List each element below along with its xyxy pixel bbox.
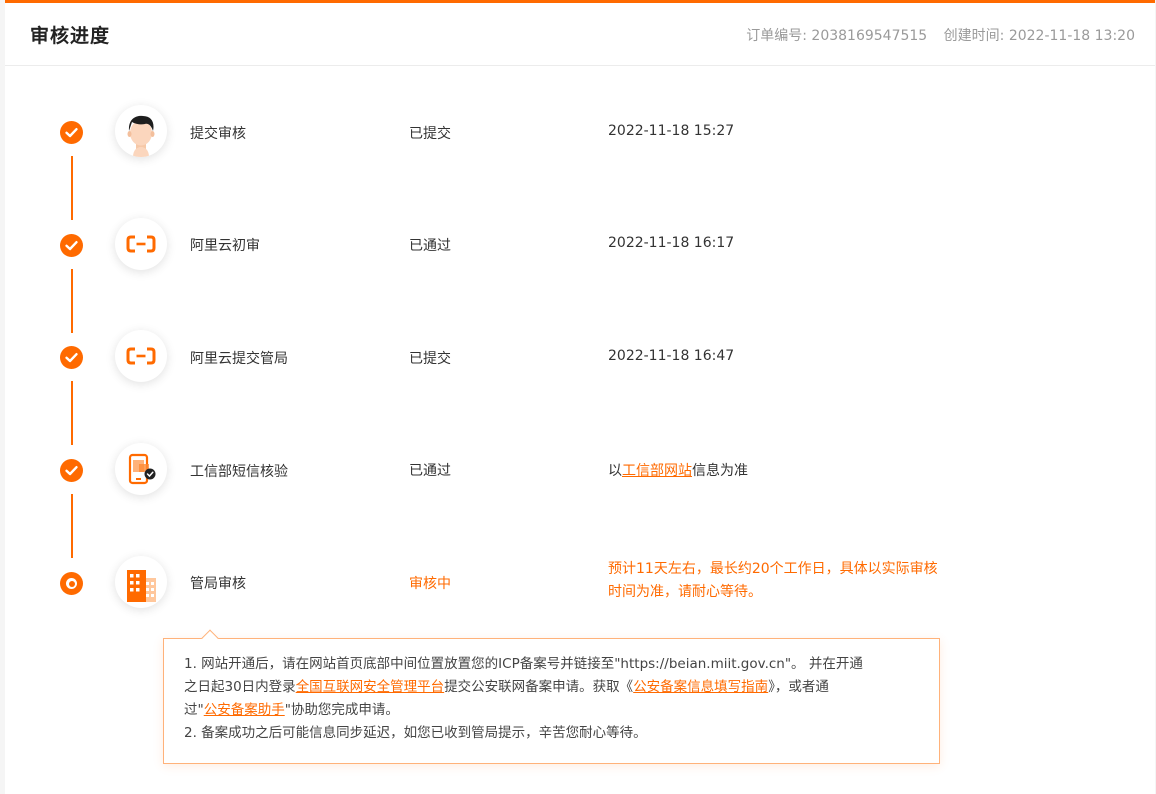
created-time: 创建时间: 2022-11-18 13:20 [943, 28, 1135, 44]
public-security-platform-link[interactable]: 全国互联网安全管理平台 [296, 679, 445, 695]
order-meta: 订单编号: 2038169547515 创建时间: 2022-11-18 13:… [746, 25, 1135, 45]
page-title: 审核进度 [30, 25, 111, 47]
timeline-connector [71, 269, 73, 333]
miit-website-link[interactable]: 工信部网站 [622, 463, 692, 479]
notice-line: 2. 备案成功之后可能信息同步延迟，如您已收到管局提示，辛苦您耐心等待。 [184, 722, 919, 745]
notice-line: 过"公安备案助手"协助您完成申请。 [184, 699, 919, 722]
step-name: 提交审核 [190, 126, 246, 142]
step-name: 工信部短信核验 [190, 464, 288, 480]
timeline-connector [71, 381, 73, 445]
check-icon [60, 346, 83, 369]
notice-text: 》，或者通 [768, 679, 829, 695]
tooltip-arrow [201, 629, 219, 647]
notice-text: 提交公安联网备案申请。获取《 [444, 679, 634, 695]
notice-text: 1. 网站开通后，请在网站首页底部中间位置放置您的ICP备案号并链接至"http… [184, 656, 863, 672]
page-header: 审核进度 订单编号: 2038169547515 创建时间: 2022-11-1… [5, 3, 1155, 66]
step-time: 2022-11-18 16:47 [608, 348, 735, 364]
filing-guide-link[interactable]: 公安备案信息填写指南 [633, 679, 768, 695]
step-status: 已通过 [409, 463, 451, 479]
note-text: 以 [608, 463, 622, 479]
notice-text: "协助您完成申请。 [284, 702, 399, 718]
note-text: 信息为准 [692, 463, 748, 479]
notice-tooltip: 1. 网站开通后，请在网站首页底部中间位置放置您的ICP备案号并链接至"http… [163, 629, 940, 764]
notice-line: 之日起30日内登录全国互联网安全管理平台提交公安联网备案申请。获取《公安备案信息… [184, 676, 919, 699]
step-status: 已通过 [409, 238, 451, 254]
notice-text: 2. 备案成功之后可能信息同步延迟，如您已收到管局提示，辛苦您耐心等待。 [184, 725, 647, 741]
step-name: 阿里云初审 [190, 238, 260, 254]
timeline-connector [71, 156, 73, 220]
notice-text: 过" [184, 702, 204, 718]
step-time: 2022-11-18 16:17 [608, 235, 735, 251]
building-icon [115, 556, 167, 608]
step-status: 审核中 [409, 576, 451, 592]
step-note: 以工信部网站信息为准 [608, 460, 748, 480]
notice-line: 1. 网站开通后，请在网站首页底部中间位置放置您的ICP备案号并链接至"http… [184, 653, 919, 676]
step-name: 阿里云提交管局 [190, 351, 288, 367]
aliyun-logo-icon [115, 330, 167, 382]
check-icon [60, 459, 83, 482]
step-name: 管局审核 [190, 576, 246, 592]
in-progress-icon [60, 572, 83, 595]
order-number: 订单编号: 2038169547515 [746, 28, 928, 44]
check-icon [60, 234, 83, 257]
aliyun-logo-icon [115, 218, 167, 270]
step-time: 2022-11-18 15:27 [608, 123, 735, 139]
review-progress-card: 审核进度 订单编号: 2038169547515 创建时间: 2022-11-1… [5, 0, 1155, 794]
step-note: 预计11天左右，最长约20个工作日，具体以实际审核时间为准，请耐心等待。 [608, 561, 938, 600]
phone-verify-icon [115, 443, 167, 495]
check-icon [60, 121, 83, 144]
filing-assistant-link[interactable]: 公安备案助手 [204, 702, 285, 718]
step-status: 已提交 [409, 126, 451, 142]
user-avatar-icon [115, 105, 167, 157]
notice-text: 之日起30日内登录 [184, 679, 296, 695]
step-status: 已提交 [409, 351, 451, 367]
timeline-connector [71, 494, 73, 558]
